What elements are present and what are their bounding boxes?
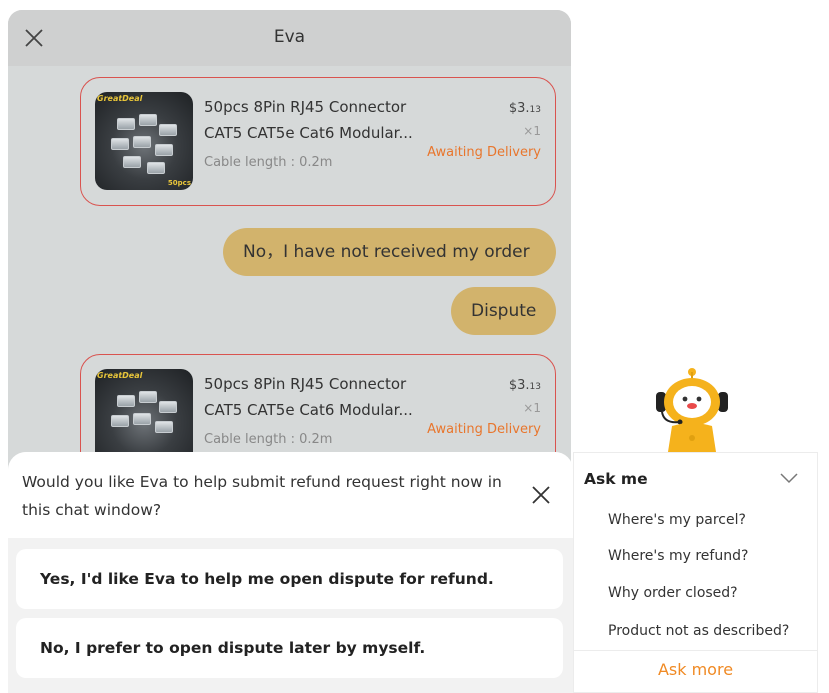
product-image-qty: 50pcs — [167, 179, 191, 187]
chevron-down-icon[interactable] — [779, 471, 799, 485]
user-message-bubble: No，I have not received my order — [223, 228, 556, 276]
price-cents: 13 — [529, 105, 541, 115]
refund-prompt-header: Would you like Eva to help submit refund… — [8, 452, 573, 538]
product-image-brand: GreatDeal — [97, 371, 143, 380]
ask-me-title: Ask me — [584, 470, 648, 488]
order-status: Awaiting Delivery — [427, 422, 541, 437]
product-title-line2: CAT5 CAT5e Cat6 Modular... — [204, 401, 413, 419]
ask-item-parcel[interactable]: Where's my parcel? — [608, 512, 746, 528]
support-chat-screen: Eva GreatDeal 50pcs 50pcs 8Pin RJ45 Conn… — [0, 0, 829, 693]
product-attribute: Cable length : 0.2m — [204, 432, 333, 447]
product-price: $3.13 — [509, 378, 541, 393]
ask-me-panel: Ask me Where's my parcel? Where's my ref… — [573, 452, 818, 693]
decline-eva-dispute-button[interactable]: No, I prefer to open dispute later by my… — [16, 618, 563, 678]
divider — [574, 650, 817, 651]
ask-item-refund[interactable]: Where's my refund? — [608, 548, 748, 564]
robot-mascot-icon[interactable] — [650, 362, 734, 452]
ask-item-not-as-described[interactable]: Product not as described? — [608, 623, 789, 639]
product-image: GreatDeal 50pcs — [95, 92, 193, 190]
refund-prompt-panel: Would you like Eva to help submit refund… — [8, 452, 573, 693]
chat-title: Eva — [273, 27, 306, 47]
price-main: $3. — [508, 378, 530, 393]
order-status: Awaiting Delivery — [427, 145, 541, 160]
ask-item-order-closed[interactable]: Why order closed? — [608, 585, 738, 601]
product-title-line1: 50pcs 8Pin RJ45 Connector — [204, 375, 407, 393]
price-main: $3. — [508, 101, 530, 116]
accept-eva-dispute-button[interactable]: Yes, I'd like Eva to help me open disput… — [16, 549, 563, 609]
product-title-line2: CAT5 CAT5e Cat6 Modular... — [204, 124, 413, 142]
chat-header: Eva — [8, 10, 571, 66]
refund-prompt-question: Would you like Eva to help submit refund… — [22, 473, 502, 519]
product-image-brand: GreatDeal — [97, 94, 143, 103]
close-icon[interactable] — [530, 484, 552, 506]
product-card[interactable]: GreatDeal 50pcs 50pcs 8Pin RJ45 Connecto… — [80, 77, 556, 206]
price-cents: 13 — [529, 382, 541, 392]
product-quantity: ×1 — [523, 124, 541, 138]
ask-more-link[interactable]: Ask more — [574, 660, 817, 679]
product-attribute: Cable length : 0.2m — [204, 155, 333, 170]
product-title-line1: 50pcs 8Pin RJ45 Connector — [204, 98, 407, 116]
product-quantity: ×1 — [523, 401, 541, 415]
user-message-bubble: Dispute — [451, 287, 556, 335]
product-price: $3.13 — [509, 101, 541, 116]
